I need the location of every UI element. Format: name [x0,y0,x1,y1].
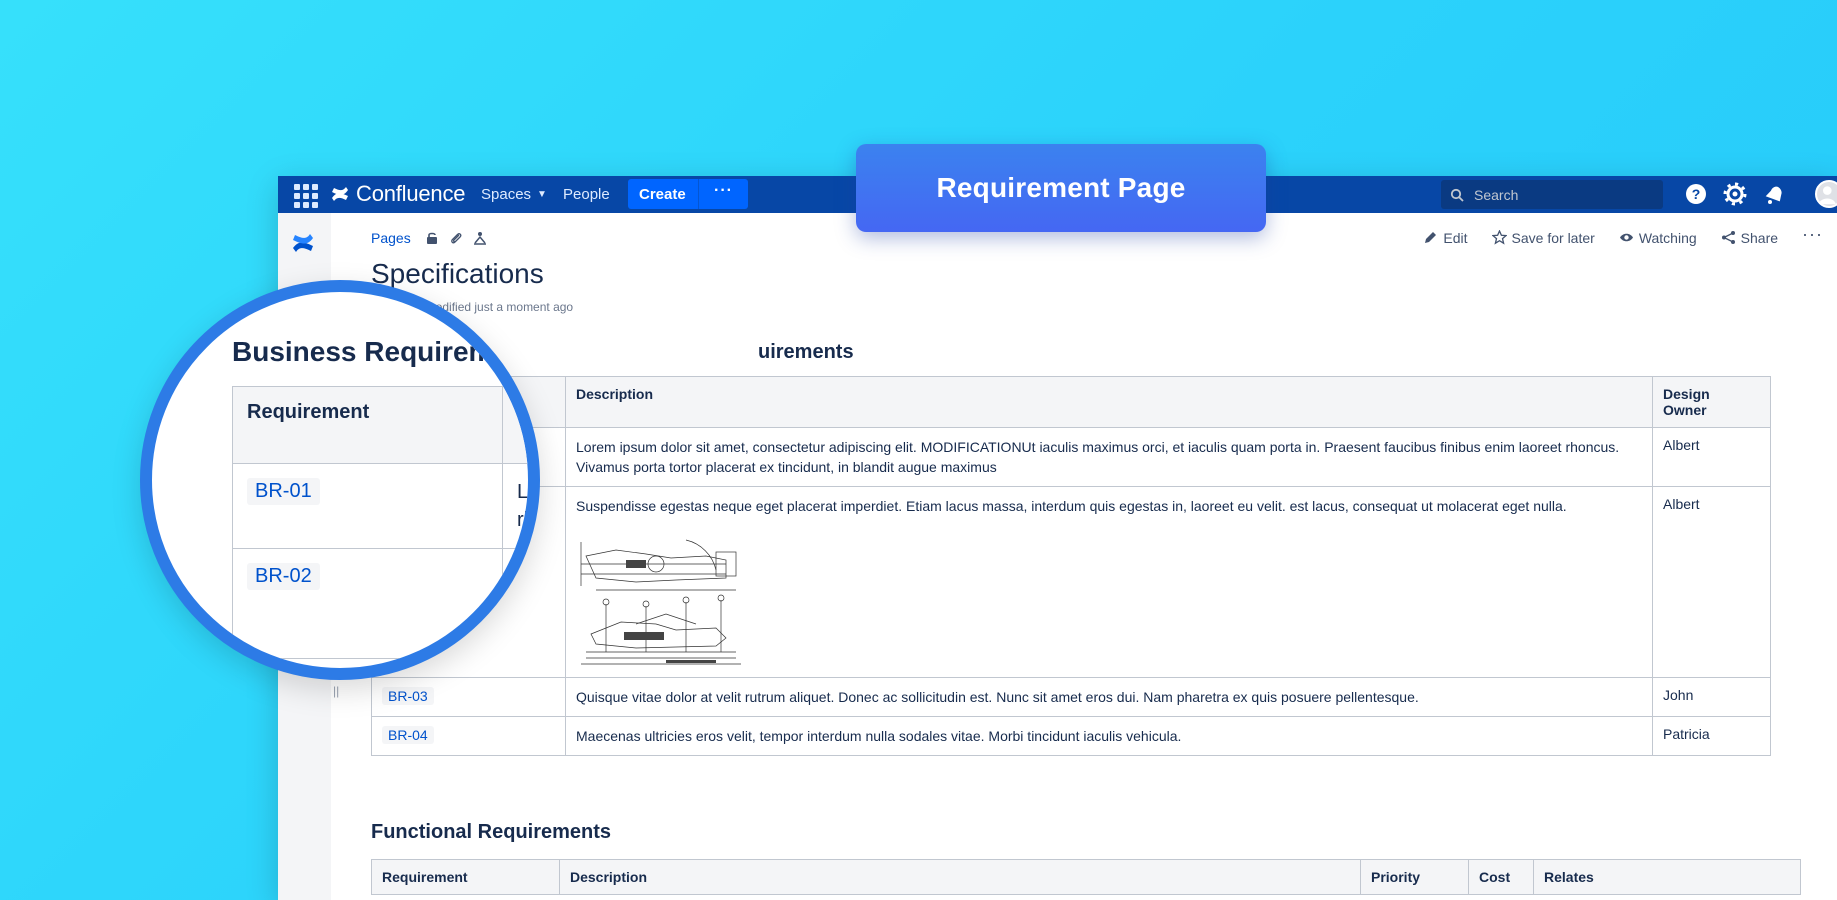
chevron-down-icon: ▼ [537,189,547,200]
notifications-icon[interactable] [1762,182,1786,206]
edit-label: Edit [1443,229,1468,246]
magnifier-content: by admin, la Business Requireme Requirem… [140,292,540,668]
create-button[interactable]: Create [628,186,698,203]
header-design-owner: Design Owner [1652,376,1771,428]
pages-link[interactable]: Pages [371,230,411,246]
watching-button[interactable]: Watching [1619,230,1697,246]
attachment-icon[interactable] [449,231,463,245]
gear-icon[interactable] [1723,182,1747,206]
page-actions: Edit Save for later Watching Share ··· [1423,224,1837,248]
functional-requirements-heading: Functional Requirements [371,821,612,843]
star-icon [1491,230,1507,245]
search-box[interactable] [1441,180,1663,209]
watching-label: Watching [1638,229,1697,246]
header-priority: Priority [1360,859,1469,895]
sidebar-resize-handle[interactable]: || [333,684,339,698]
page-tree-icon[interactable] [473,231,487,245]
header-cost: Cost [1468,859,1534,895]
share-icon [1721,231,1735,244]
brand-name: Confluence [356,181,466,206]
share-label: Share [1740,229,1779,246]
eye-icon [1619,233,1633,242]
description-text: Suspendisse egestas neque eget placerat … [576,498,1567,514]
table-header-row: Requirement Description Design Owner [371,376,1771,428]
user-icon [1818,186,1836,205]
functional-requirements-table: Requirement Description Priority Cost Re… [371,859,1801,895]
description-cell: Lorem ipsum dolor sit amet, consectetur … [565,427,1653,487]
magnified-header-row: Requirement D [232,386,528,464]
page-title: Specifications [371,258,544,289]
create-more-button[interactable]: ··· [699,182,748,200]
owner-cell: Albert [1652,486,1771,678]
app-switcher-icon[interactable] [292,182,318,208]
nav-people[interactable]: People [563,186,610,203]
search-input[interactable] [1474,186,1644,203]
table-row: BR-02 Suspendisse egestas neque eget pla… [371,486,1771,678]
save-for-later-label: Save for later [1511,229,1595,246]
owner-cell: Patricia [1652,716,1771,756]
description-cell: Maecenas ultricies eros velit, tempor in… [565,716,1653,756]
magnified-row: BR-01 Lo rh [232,463,540,549]
search-icon [1450,188,1464,202]
table-header-row: Requirement Description Priority Cost Re… [371,859,1801,895]
magnified-header-requirement: Requirement [232,386,503,464]
lock-icon[interactable] [425,231,439,245]
business-requirements-heading: uirements [758,341,854,363]
technical-drawing-image[interactable] [576,534,752,668]
breadcrumb: Pages [371,230,487,246]
header-requirement: Requirement [371,859,560,895]
magnified-desc-line1: Lo [517,481,540,503]
confluence-logo-icon [332,187,348,201]
requirement-link[interactable]: BR-04 [382,726,434,744]
confluence-space-icon[interactable] [291,231,315,255]
requirement-page-badge: Requirement Page [856,144,1266,232]
nav-spaces-label: Spaces [481,186,532,203]
magnifier-callout: by admin, la Business Requireme Requirem… [140,280,540,680]
header-relates: Relates [1533,859,1801,895]
edit-button[interactable]: Edit [1423,229,1468,246]
magnified-requirement-cell: BR-01 [232,463,503,549]
magnified-requirement-link[interactable]: BR-01 [247,478,320,505]
table-row: BR-03 Quisque vitae dolor at velit rutru… [371,677,1771,717]
owner-cell: Albert [1652,427,1771,487]
business-requirements-table: Requirement Description Design Owner BR-… [371,376,1771,756]
confluence-logo[interactable]: Confluence [330,181,466,207]
owner-cell: John [1652,677,1771,717]
magnified-heading: Business Requireme [232,336,509,367]
magnified-requirement-cell: BR-02 [232,548,503,659]
pencil-icon [1425,232,1437,243]
badge-title: Requirement Page [936,172,1186,203]
requirement-link[interactable]: BR-03 [382,687,434,705]
table-row: BR-04 Maecenas ultricies eros velit, tem… [371,716,1771,756]
avatar[interactable] [1815,180,1837,208]
header-owner-line2: Owner [1663,402,1707,418]
magnified-row: BR-02 [232,548,528,659]
header-owner-line1: Design [1663,386,1710,402]
share-button[interactable]: Share [1721,230,1778,246]
requirement-cell: BR-04 [371,716,566,756]
table-row: BR-01 Lorem ipsum dolor sit amet, consec… [371,427,1771,487]
magnified-requirement-link[interactable]: BR-02 [247,563,320,590]
svg-text:?: ? [1692,186,1701,202]
magnified-byline: by admin, la [140,292,228,312]
save-for-later-button[interactable]: Save for later [1491,229,1595,246]
magnified-table: Requirement D BR-01 Lo rh BR-02 [232,386,540,659]
header-description: Description [565,376,1653,428]
header-description: Description [559,859,1361,895]
help-icon[interactable]: ? [1684,182,1708,206]
more-actions-button[interactable]: ··· [1802,224,1823,245]
description-cell: Suspendisse egestas neque eget placerat … [565,486,1653,678]
create-button-group: Create ··· [628,179,748,209]
nav-spaces[interactable]: Spaces ▼ [481,186,547,203]
description-cell: Quisque vitae dolor at velit rutrum aliq… [565,677,1653,717]
requirement-cell: BR-03 [371,677,566,717]
